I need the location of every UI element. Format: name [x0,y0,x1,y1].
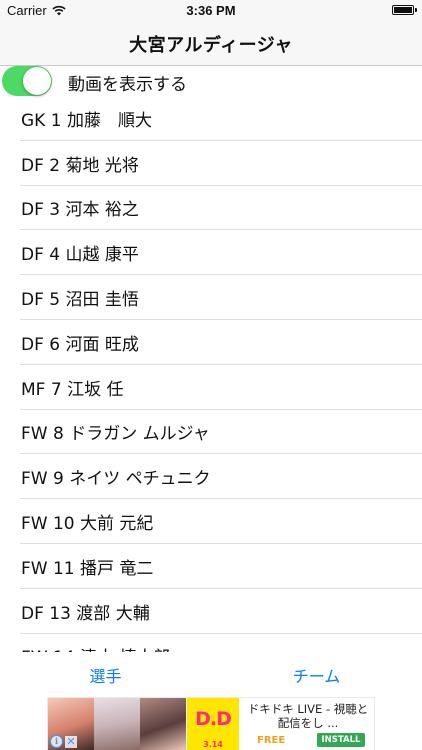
player-row[interactable]: FW 14 清水 慎太郎 [0,634,422,652]
player-row[interactable]: DF 6 河面 旺成 [0,320,422,365]
player-name: FW 9 ネイツ ペチュニク [21,469,211,490]
player-name: FW 11 播戸 竜二 [21,558,154,579]
ad-close-icon[interactable]: ✕ [65,736,77,748]
player-name: MF 7 江坂 任 [21,379,124,400]
player-name: GK 1 加藤 順大 [21,110,152,131]
player-row[interactable]: DF 3 河本 裕之 [0,186,422,231]
player-row[interactable]: FW 10 大前 元紀 [0,499,422,544]
player-name: DF 2 菊地 光将 [21,155,139,176]
player-row[interactable]: DF 5 沼田 圭悟 [0,275,422,320]
show-video-switch[interactable] [2,66,52,96]
tab-players[interactable]: 選手 [0,652,211,698]
ad-app-icon[interactable]: D.D 3.14 [187,698,239,750]
player-name: DF 5 沼田 圭悟 [21,290,139,311]
navigation-bar: 大宮アルディージャ [0,22,422,66]
ad-thumbnail [140,698,186,750]
player-row[interactable]: DF 4 山越 康平 [0,230,422,275]
player-list[interactable]: GK 1 加藤 順大 DF 2 菊地 光将 DF 3 河本 裕之 DF 4 山越… [0,96,422,652]
player-name: DF 13 渡部 大輔 [21,603,150,624]
battery-icon [392,5,417,15]
tab-bar: 選手 チーム [0,652,422,698]
player-row[interactable]: FW 11 播戸 竜二 [0,544,422,589]
player-row[interactable]: GK 1 加藤 順大 [0,96,422,141]
show-video-row: 動画を表示する [0,66,422,96]
status-bar: Carrier 3:36 PM [0,0,422,22]
switch-knob [23,67,51,95]
player-name: DF 4 山越 康平 [21,245,139,266]
ad-info-icon[interactable]: i [50,735,63,748]
status-time: 3:36 PM [186,3,236,18]
page-title: 大宮アルディージャ [129,34,293,56]
player-row[interactable]: DF 2 菊地 光将 [0,141,422,186]
ad-thumbnail [94,698,140,750]
player-name: DF 3 河本 裕之 [21,200,139,221]
ad-app-logo-text: D.D [195,708,232,730]
player-row[interactable]: FW 9 ネイツ ペチュニク [0,454,422,499]
ad-description: ドキドキ LIVE - 視聴と配信をし ... [247,702,369,730]
ad-free-label: FREE [257,735,286,746]
player-name: FW 8 ドラガン ムルジャ [21,424,210,445]
player-row[interactable]: DF 13 渡部 大輔 [0,589,422,634]
ad-install-button[interactable]: INSTALL [317,733,365,747]
ad-banner[interactable]: i ✕ D.D 3.14 ドキドキ LIVE - 視聴と配信をし ... FRE… [48,698,374,750]
show-video-label: 動画を表示する [68,75,187,95]
player-row[interactable]: FW 8 ドラガン ムルジャ [0,410,422,455]
player-name: DF 6 河面 旺成 [21,334,139,355]
player-row[interactable]: MF 7 江坂 任 [0,365,422,410]
ad-app-version: 3.14 [203,740,223,749]
tab-team[interactable]: チーム [211,652,422,698]
player-name: FW 14 清水 慎太郎 [21,643,170,652]
player-name: FW 10 大前 元紀 [21,514,154,535]
